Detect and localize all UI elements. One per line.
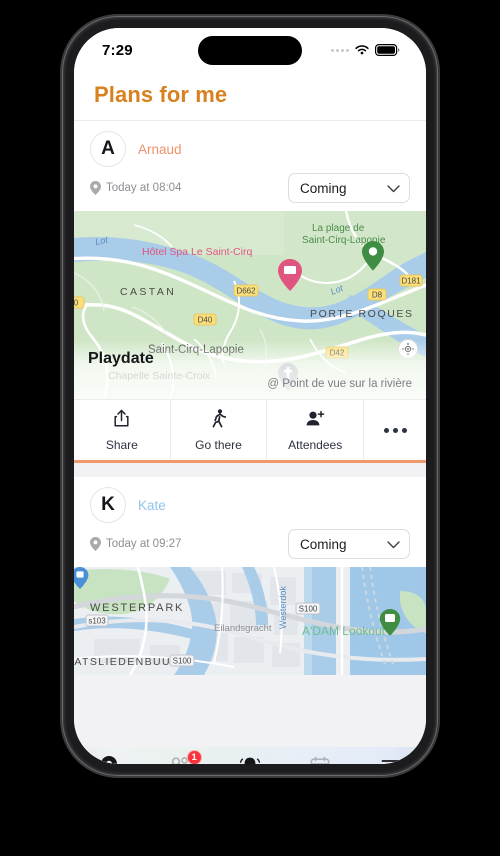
svg-text:s103: s103 (88, 617, 106, 626)
svg-text:Westerdok: Westerdok (278, 586, 288, 629)
avatar[interactable]: A (90, 131, 126, 167)
status-dropdown-value: Coming (300, 536, 347, 552)
hamburger-icon (381, 755, 401, 764)
go-there-label: Go there (195, 438, 242, 452)
plans-list[interactable]: A Arnaud Today at 08:04 Coming Lot Lot C… (74, 121, 426, 764)
svg-text:CASTAN: CASTAN (120, 286, 176, 298)
status-icons (331, 44, 400, 56)
go-there-button[interactable]: Go there (171, 400, 268, 460)
plan-actions: Share Go there Attendees (74, 399, 426, 463)
share-label: Share (105, 438, 138, 452)
phone-frame: 7:29 Plans for me A Arnaud Today at 08:0… (62, 16, 438, 776)
svg-text:Hôtel Spa Le Saint-Cirq: Hôtel Spa Le Saint-Cirq (142, 246, 252, 258)
tab-plans[interactable]: Plans (74, 755, 144, 764)
svg-text:WESTERPARK: WESTERPARK (90, 602, 184, 614)
bell-ringing-icon (239, 755, 261, 764)
battery-icon (375, 44, 400, 56)
status-bar: 7:29 (74, 28, 426, 72)
plan-map[interactable]: Lot Lot CASTAN x Hôtel Spa Le Saint-Cirq… (74, 211, 426, 399)
attendees-button[interactable]: Attendees (267, 400, 365, 460)
road-badge: D662 (233, 284, 259, 297)
svg-text:D8: D8 (372, 291, 383, 300)
friends-icon: 1 (167, 750, 202, 764)
share-button[interactable]: Share (74, 400, 171, 460)
attendees-label: Attendees (288, 437, 343, 452)
share-icon (113, 409, 130, 433)
status-dropdown[interactable]: Coming (288, 173, 410, 203)
chevron-down-icon (387, 181, 400, 196)
plan-card[interactable]: K Kate Today at 09:27 Coming WESTERPARK … (74, 477, 426, 675)
status-dropdown[interactable]: Coming (288, 529, 410, 559)
svg-text:A'DAM Lookout: A'DAM Lookout (302, 624, 386, 638)
status-time: 7:29 (102, 41, 133, 59)
map-canvas: WESTERPARK AATSLIEDENBUURT Eilandsgracht… (74, 567, 426, 675)
map-pin-icon (90, 181, 101, 195)
svg-text:PORTE ROQUES: PORTE ROQUES (310, 308, 414, 320)
svg-text:Eilandsgracht: Eilandsgracht (214, 623, 272, 634)
plan-time-label: Today at 09:27 (106, 538, 182, 550)
plan-author-row: K Kate (90, 487, 410, 523)
friends-badge: 1 (186, 750, 202, 764)
plan-author-name[interactable]: Kate (138, 498, 166, 513)
app-header: Plans for me (74, 72, 426, 121)
map-pin-icon (90, 537, 101, 551)
svg-text:S100: S100 (299, 605, 318, 614)
plan-time-group: Today at 09:27 (90, 537, 181, 551)
tab-menu[interactable]: Menu (356, 755, 426, 764)
map-pin-icon (101, 755, 118, 764)
plan-time-group: Today at 08:04 (90, 181, 181, 195)
plan-time-label: Today at 08:04 (106, 182, 182, 194)
card-separator (74, 463, 426, 477)
plan-card-header: K Kate Today at 09:27 Coming (74, 477, 426, 567)
svg-text:D662: D662 (236, 287, 256, 296)
plan-map-overlay: Playdate @ Point de vue sur la rivière (74, 340, 426, 399)
svg-text:D40: D40 (198, 316, 213, 325)
signal-dots-icon (331, 48, 349, 52)
screenshot-stage: 7:29 Plans for me A Arnaud Today at 08:0… (0, 0, 500, 856)
bottom-tab-bar[interactable]: Plans 1 Friends (74, 747, 426, 764)
svg-text:La plage de: La plage de (312, 223, 365, 234)
calendar-icon (310, 755, 330, 764)
avatar[interactable]: K (90, 487, 126, 523)
more-dots-icon (383, 428, 407, 433)
svg-text:S100: S100 (173, 657, 192, 666)
plan-map[interactable]: WESTERPARK AATSLIEDENBUURT Eilandsgracht… (74, 567, 426, 675)
plan-location-label: @ Point de vue sur la rivière (267, 378, 412, 390)
phone-screen: 7:29 Plans for me A Arnaud Today at 08:0… (74, 28, 426, 764)
more-options-button[interactable] (364, 400, 426, 460)
tab-new-plan[interactable]: New plan (285, 755, 355, 764)
plan-card[interactable]: A Arnaud Today at 08:04 Coming Lot Lot C… (74, 121, 426, 463)
plan-card-header: A Arnaud Today at 08:04 Coming (74, 121, 426, 211)
chevron-down-icon (387, 537, 400, 552)
plan-meta-row: Today at 09:27 Coming (90, 529, 410, 559)
dynamic-island (198, 36, 302, 65)
add-person-icon (305, 410, 325, 433)
tab-enable-notifications[interactable]: Enable Notifications (215, 755, 285, 764)
tab-friends[interactable]: 1 Friends (144, 750, 214, 764)
svg-text:0: 0 (74, 299, 79, 308)
page-title: Plans for me (94, 82, 228, 107)
status-dropdown-value: Coming (300, 180, 347, 196)
plan-title: Playdate (88, 350, 154, 367)
wifi-icon (354, 44, 370, 56)
plan-author-name[interactable]: Arnaud (138, 142, 182, 157)
plan-meta-row: Today at 08:04 Coming (90, 173, 410, 203)
walking-person-icon (211, 409, 227, 433)
plan-author-row: A Arnaud (90, 131, 410, 167)
svg-text:D181: D181 (401, 277, 421, 286)
